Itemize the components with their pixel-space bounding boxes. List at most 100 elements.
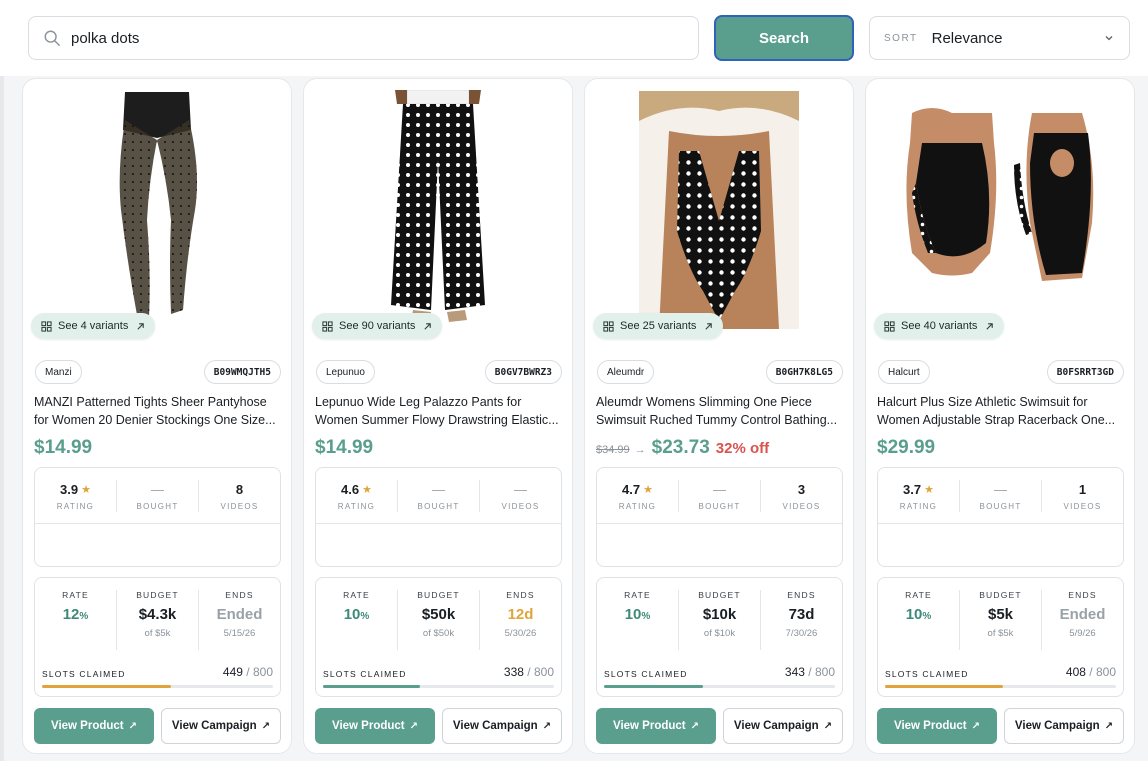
bought-value: — xyxy=(432,481,445,497)
bought-value: — xyxy=(994,481,1007,497)
budget-label: BUDGET xyxy=(136,590,179,600)
rate-label: RATE xyxy=(343,590,370,600)
search-box[interactable] xyxy=(28,16,699,60)
brand-tag[interactable]: Aleumdr xyxy=(597,360,655,384)
bought-label: BOUGHT xyxy=(136,501,179,511)
rate-value: 10% xyxy=(343,606,370,623)
rating-stat: 3.9 ★ RATING xyxy=(35,480,117,512)
see-variants-button[interactable]: See 40 variants xyxy=(874,313,1005,339)
rating-stat: 4.6 ★ RATING xyxy=(316,480,398,512)
product-image xyxy=(639,91,799,329)
asin-tag[interactable]: B0FSRRT3GD xyxy=(1046,360,1124,384)
sale-price: $23.73 xyxy=(651,437,710,458)
slots-label: SLOTS CLAIMED xyxy=(42,669,126,679)
rate-column: RATE 10% xyxy=(597,590,679,650)
rating-value: 3.9 xyxy=(60,481,79,497)
asin-tag[interactable]: B09WMQJTH5 xyxy=(203,360,281,384)
price: $29.99 xyxy=(877,437,936,458)
product-image-area[interactable] xyxy=(585,79,853,341)
see-variants-button[interactable]: See 25 variants xyxy=(593,313,724,339)
rate-value: 10% xyxy=(905,606,932,623)
ends-date: 5/9/26 xyxy=(1069,628,1096,639)
budget-total: of $5k xyxy=(987,628,1014,639)
brand-tag[interactable]: Manzi xyxy=(35,360,82,384)
see-variants-button[interactable]: See 90 variants xyxy=(312,313,443,339)
ends-label: ENDS xyxy=(506,590,535,600)
product-title[interactable]: Lepunuo Wide Leg Palazzo Pants for Women… xyxy=(315,393,563,429)
external-arrow-icon xyxy=(424,322,432,330)
budget-label: BUDGET xyxy=(417,590,460,600)
view-product-button[interactable]: View Product ↗ xyxy=(34,708,154,744)
star-icon: ★ xyxy=(81,483,91,496)
ends-column: ENDS 12d 5/30/26 xyxy=(480,590,561,650)
ends-column: ENDS Ended 5/15/26 xyxy=(199,590,280,650)
grid-icon xyxy=(41,320,52,332)
divider xyxy=(35,523,280,524)
rate-label: RATE xyxy=(62,590,89,600)
brand-tag[interactable]: Halcurt xyxy=(878,360,930,384)
videos-label: VIDEOS xyxy=(220,501,259,511)
rating-label: RATING xyxy=(618,501,657,511)
ends-value: 73d xyxy=(788,606,815,623)
divider xyxy=(316,523,561,524)
sort-select[interactable]: SORT Relevance xyxy=(869,16,1130,60)
search-input[interactable] xyxy=(71,29,651,47)
product-title[interactable]: Aleumdr Womens Slimming One Piece Swimsu… xyxy=(596,393,844,429)
grid-icon xyxy=(603,320,614,332)
product-title[interactable]: MANZI Patterned Tights Sheer Pantyhose f… xyxy=(34,393,282,429)
ends-value: Ended xyxy=(1059,606,1106,623)
budget-total: of $10k xyxy=(703,628,736,639)
slots-progress-bar xyxy=(323,685,554,688)
budget-label: BUDGET xyxy=(698,590,741,600)
rating-label: RATING xyxy=(56,501,95,511)
asin-tag[interactable]: B0GV7BWRZ3 xyxy=(484,360,562,384)
rating-value: 4.7 xyxy=(622,481,641,497)
view-campaign-button[interactable]: View Campaign ↗ xyxy=(442,708,562,744)
bought-stat: — BOUGHT xyxy=(398,480,480,512)
videos-value: — xyxy=(514,481,527,497)
external-arrow-icon xyxy=(986,322,994,330)
star-icon: ★ xyxy=(362,483,372,496)
search-button[interactable]: Search xyxy=(714,15,854,61)
see-variants-button[interactable]: See 4 variants xyxy=(31,313,156,339)
ends-value: 12d xyxy=(507,606,534,623)
view-campaign-button[interactable]: View Campaign ↗ xyxy=(723,708,843,744)
brand-tag[interactable]: Lepunuo xyxy=(316,360,375,384)
budget-value: $4.3k xyxy=(138,606,177,623)
view-campaign-button[interactable]: View Campaign ↗ xyxy=(161,708,281,744)
variants-label: See 40 variants xyxy=(901,320,978,332)
product-image-area[interactable] xyxy=(866,79,1134,341)
product-title[interactable]: Halcurt Plus Size Athletic Swimsuit for … xyxy=(877,393,1125,429)
rating-label: RATING xyxy=(899,501,938,511)
rate-column: RATE 10% xyxy=(316,590,398,650)
bought-label: BOUGHT xyxy=(417,501,460,511)
product-image xyxy=(119,92,197,318)
price-row: $34.99 → $23.73 32% off xyxy=(596,437,769,459)
slots-label: SLOTS CLAIMED xyxy=(885,669,969,679)
budget-value: $10k xyxy=(702,606,737,623)
star-icon: ★ xyxy=(924,483,934,496)
view-product-button[interactable]: View Product ↗ xyxy=(877,708,997,744)
campaign-info: RATE 10% BUDGET $5k of $5k ENDS Ended 5/… xyxy=(877,577,1124,697)
bought-label: BOUGHT xyxy=(698,501,741,511)
view-campaign-button[interactable]: View Campaign ↗ xyxy=(1004,708,1124,744)
budget-total: of $50k xyxy=(422,628,455,639)
view-product-button[interactable]: View Product ↗ xyxy=(315,708,435,744)
slots-progress-fill xyxy=(42,685,172,688)
slots-progress-fill xyxy=(323,685,421,688)
product-image-area[interactable] xyxy=(304,79,572,341)
product-card: See 25 variants Aleumdr B0GH7K8LG5 Aleum… xyxy=(584,78,854,754)
product-image-area[interactable] xyxy=(23,79,291,341)
chevron-down-icon xyxy=(1105,36,1113,41)
discount-badge: 32% off xyxy=(715,440,770,457)
rating-label: RATING xyxy=(337,501,376,511)
asin-tag[interactable]: B0GH7K8LG5 xyxy=(765,360,843,384)
ends-value: Ended xyxy=(216,606,263,623)
product-image xyxy=(391,90,485,322)
budget-column: BUDGET $4.3k of $5k xyxy=(117,590,199,650)
videos-label: VIDEOS xyxy=(501,501,540,511)
external-arrow-icon: ↗ xyxy=(409,720,419,732)
rate-label: RATE xyxy=(905,590,932,600)
view-product-button[interactable]: View Product ↗ xyxy=(596,708,716,744)
slots-progress-bar xyxy=(604,685,835,688)
